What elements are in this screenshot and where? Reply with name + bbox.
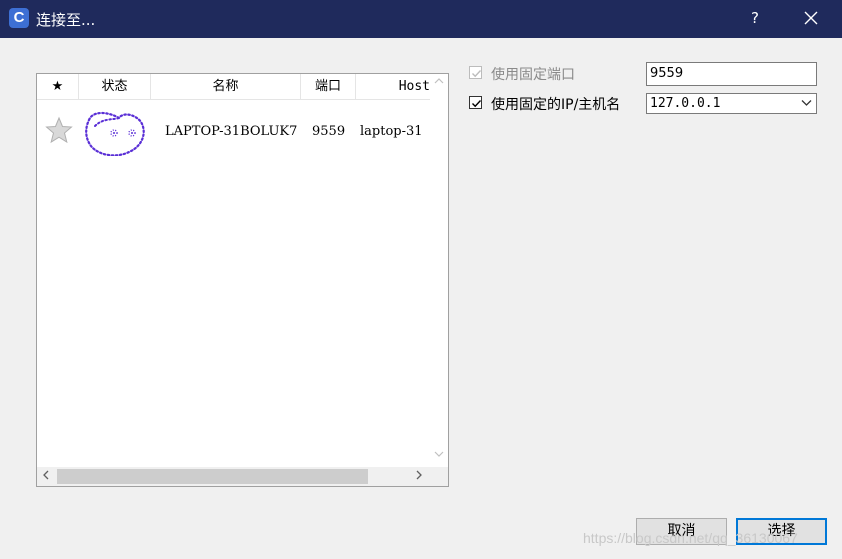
- status-face-icon: [83, 106, 147, 156]
- row-host: laptop-31: [360, 124, 423, 139]
- fixed-port-label: 使用固定端口: [491, 67, 575, 83]
- title-bar: C 连接至... ?: [0, 0, 842, 38]
- close-button[interactable]: [798, 5, 824, 31]
- app-icon: C: [9, 8, 29, 28]
- scroll-right-icon[interactable]: [410, 467, 428, 486]
- column-header-favorite[interactable]: ★: [37, 74, 79, 99]
- scroll-down-icon[interactable]: [430, 447, 448, 464]
- list-header: ★ 状态 名称 端口 Host: [37, 74, 430, 100]
- check-icon: [472, 100, 482, 108]
- column-header-name[interactable]: 名称: [151, 74, 301, 99]
- close-icon: [804, 11, 818, 25]
- star-icon[interactable]: [45, 116, 73, 144]
- horizontal-scrollbar[interactable]: [37, 467, 448, 486]
- column-header-status[interactable]: 状态: [79, 74, 151, 99]
- scroll-left-icon[interactable]: [37, 467, 55, 486]
- window-title: 连接至...: [36, 11, 96, 29]
- connection-list[interactable]: ★ 状态 名称 端口 Host LAPTOP-31BOLUK7 9559 lap…: [36, 73, 449, 487]
- fixed-port-input[interactable]: 9559: [646, 62, 817, 86]
- watermark-text: https://blog.csdn.net/qq_36130067: [583, 530, 798, 546]
- scrollbar-corner: [430, 467, 448, 486]
- check-icon: [472, 70, 482, 78]
- column-header-host[interactable]: Host: [356, 74, 430, 99]
- fixed-ip-value: 127.0.0.1: [650, 96, 721, 111]
- row-port: 9559: [312, 124, 346, 139]
- fixed-ip-label: 使用固定的IP/主机名: [491, 97, 621, 113]
- fixed-ip-select[interactable]: 127.0.0.1: [646, 93, 817, 114]
- scrollbar-thumb[interactable]: [57, 469, 368, 484]
- column-header-port[interactable]: 端口: [301, 74, 356, 99]
- help-button[interactable]: ?: [744, 5, 766, 31]
- list-item[interactable]: LAPTOP-31BOLUK7 9559 laptop-31: [37, 100, 430, 162]
- scroll-up-icon[interactable]: [430, 74, 448, 91]
- chevron-down-icon: [801, 100, 812, 106]
- fixed-port-checkbox[interactable]: [469, 66, 482, 79]
- fixed-ip-checkbox[interactable]: [469, 96, 482, 109]
- row-name: LAPTOP-31BOLUK7: [165, 124, 298, 139]
- vertical-scrollbar[interactable]: [430, 74, 448, 467]
